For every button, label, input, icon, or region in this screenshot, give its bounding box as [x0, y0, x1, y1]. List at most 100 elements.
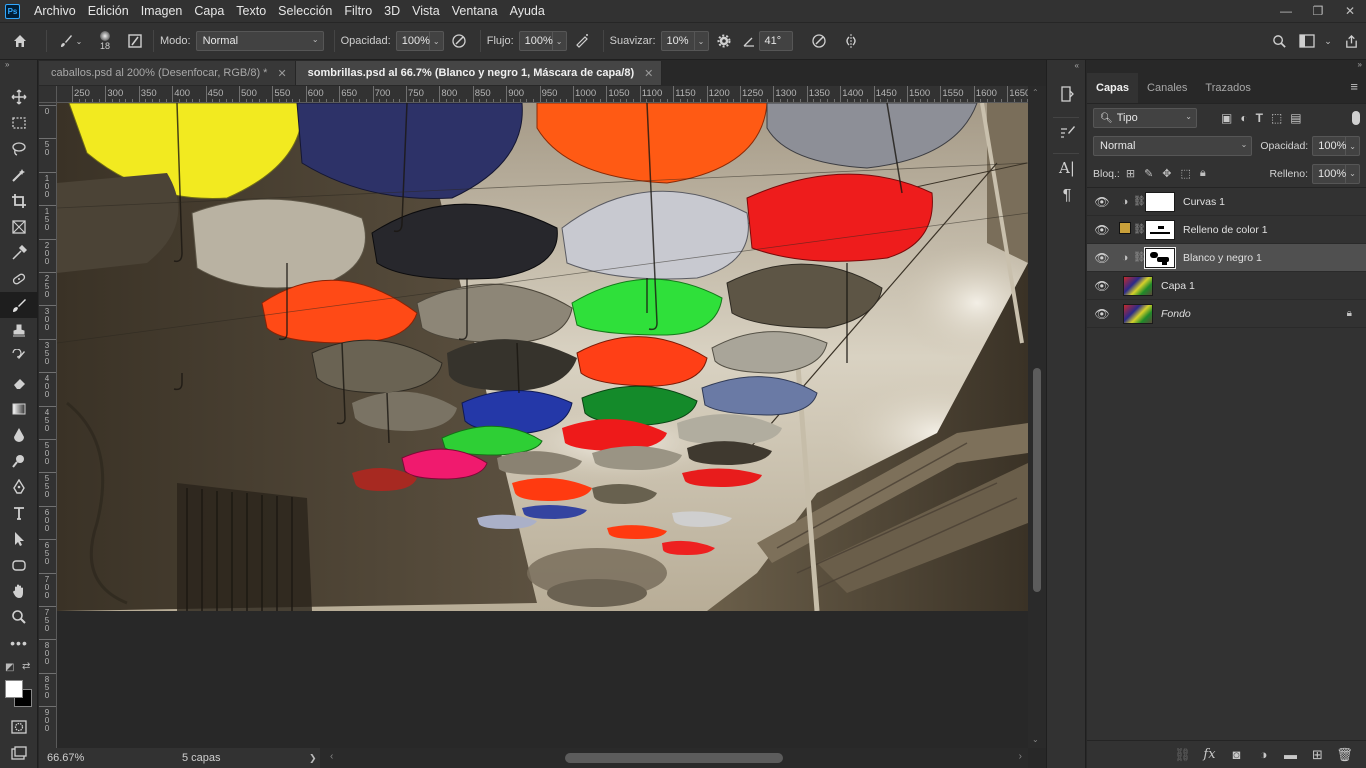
- brush-settings-panel-icon[interactable]: [1047, 118, 1087, 146]
- gradient-tool-icon[interactable]: [0, 396, 38, 422]
- brush-size-picker[interactable]: 18: [87, 31, 123, 51]
- lock-image-icon[interactable]: ✎: [1144, 167, 1153, 180]
- blur-tool-icon[interactable]: [0, 422, 38, 448]
- layer-mask-thumbnail[interactable]: [1145, 191, 1175, 212]
- link-icon[interactable]: ⛓︎: [1133, 196, 1146, 207]
- scroll-down-icon[interactable]: ⌄: [1032, 735, 1039, 744]
- mode-select[interactable]: Normal ⌄: [195, 31, 324, 51]
- chevron-down-icon[interactable]: ⌄: [1320, 36, 1336, 47]
- type-tool-icon[interactable]: [0, 500, 38, 526]
- more-tools-icon[interactable]: •••: [0, 630, 38, 656]
- pressure-opacity-icon[interactable]: [444, 33, 474, 49]
- menu-ventana[interactable]: Ventana: [446, 0, 504, 22]
- crop-tool-icon[interactable]: [0, 188, 38, 214]
- menu-filtro[interactable]: Filtro: [338, 0, 378, 22]
- panel-menu-icon[interactable]: ≡: [1350, 79, 1366, 103]
- visibility-eye-icon[interactable]: 👁︎: [1087, 307, 1117, 321]
- layer-blanco-y-negro-1[interactable]: 👁︎ ◑ ⛓︎ Blanco y negro 1: [1087, 244, 1366, 272]
- layer-mask-thumbnail[interactable]: [1144, 246, 1176, 269]
- zoom-level[interactable]: 66.67%: [39, 752, 139, 764]
- clone-stamp-tool-icon[interactable]: [0, 318, 38, 344]
- layer-opacity-dropdown[interactable]: ⌄: [1346, 136, 1360, 156]
- scroll-left-icon[interactable]: ‹: [330, 751, 333, 762]
- gear-icon[interactable]: [709, 33, 739, 49]
- flow-input[interactable]: 100%: [518, 31, 553, 51]
- screen-mode-icon[interactable]: [0, 740, 38, 766]
- move-tool-icon[interactable]: [0, 84, 38, 110]
- fill-color-swatch[interactable]: [1117, 222, 1133, 237]
- eyedropper-tool-icon[interactable]: [0, 240, 38, 266]
- tab-canales[interactable]: Canales: [1138, 73, 1196, 103]
- layer-opacity-input[interactable]: 100%: [1312, 136, 1346, 156]
- layer-capa-1[interactable]: 👁︎ Capa 1: [1087, 272, 1366, 300]
- blend-mode-select[interactable]: Normal ⌄: [1093, 136, 1253, 156]
- filter-kind-select[interactable]: 🔍︎ Tipo ⌄: [1093, 108, 1197, 128]
- filter-type-icon[interactable]: T: [1256, 111, 1263, 125]
- opacity-input[interactable]: 100%: [395, 31, 430, 51]
- vertical-scroll-thumb[interactable]: [1033, 368, 1041, 592]
- close-tab-icon[interactable]: ✕: [277, 67, 286, 80]
- scroll-up-icon[interactable]: ⌃: [1032, 88, 1039, 97]
- pen-tool-icon[interactable]: [0, 474, 38, 500]
- filter-pixel-icon[interactable]: ▣: [1221, 111, 1232, 125]
- magic-wand-tool-icon[interactable]: [0, 162, 38, 188]
- filter-shape-icon[interactable]: ⬚: [1271, 111, 1282, 125]
- lock-transparent-icon[interactable]: ⊞: [1126, 167, 1135, 180]
- ruler-origin[interactable]: [39, 86, 57, 103]
- history-brush-tool-icon[interactable]: [0, 344, 38, 370]
- smooth-input[interactable]: 10%: [660, 31, 695, 51]
- healing-brush-tool-icon[interactable]: [0, 266, 38, 292]
- layer-style-fx-icon[interactable]: fx: [1196, 747, 1223, 762]
- symmetry-icon[interactable]: [839, 33, 863, 49]
- collapse-toolbar-icon[interactable]: »: [0, 60, 37, 70]
- flow-dropdown[interactable]: ⌄: [552, 31, 567, 51]
- visibility-eye-icon[interactable]: 👁︎: [1087, 223, 1117, 237]
- layer-relleno-de-color-1[interactable]: 👁︎ ⛓︎ Relleno de color 1: [1087, 216, 1366, 244]
- status-menu-arrow[interactable]: ❯: [309, 753, 317, 764]
- tab-trazados[interactable]: Trazados: [1196, 73, 1259, 103]
- canvas-area[interactable]: [57, 103, 1028, 748]
- marquee-tool-icon[interactable]: [0, 110, 38, 136]
- foreground-color-swatch[interactable]: [5, 680, 23, 698]
- fill-input[interactable]: 100%: [1312, 163, 1346, 184]
- opacity-dropdown[interactable]: ⌄: [429, 31, 444, 51]
- collapse-panels-icon[interactable]: «: [1047, 60, 1085, 72]
- layer-thumbnail[interactable]: [1123, 303, 1153, 324]
- shape-tool-icon[interactable]: [0, 552, 38, 578]
- layer-mask-thumbnail[interactable]: [1145, 219, 1175, 240]
- filter-adjustment-icon[interactable]: ◐: [1240, 111, 1247, 125]
- eraser-tool-icon[interactable]: [0, 370, 38, 396]
- close-button[interactable]: ✕: [1334, 0, 1366, 22]
- angle-input[interactable]: 41°: [758, 31, 793, 51]
- add-mask-icon[interactable]: ◙: [1223, 747, 1250, 762]
- search-icon[interactable]: [1264, 34, 1294, 49]
- menu-capa[interactable]: Capa: [188, 0, 230, 22]
- menu-edicion[interactable]: Edición: [82, 0, 135, 22]
- lock-artboard-icon[interactable]: ⬚: [1181, 167, 1191, 180]
- hand-tool-icon[interactable]: [0, 578, 38, 604]
- fill-dropdown[interactable]: ⌄: [1346, 163, 1360, 184]
- visibility-eye-icon[interactable]: 👁︎: [1087, 279, 1117, 293]
- pressure-size-icon[interactable]: [799, 33, 839, 49]
- link-icon[interactable]: ⛓︎: [1133, 224, 1146, 235]
- menu-seleccion[interactable]: Selección: [272, 0, 338, 22]
- character-panel-icon[interactable]: A|: [1047, 154, 1087, 182]
- lock-position-icon[interactable]: ✥: [1162, 167, 1171, 180]
- dodge-tool-icon[interactable]: [0, 448, 38, 474]
- filter-smart-object-icon[interactable]: ▤: [1290, 111, 1301, 125]
- swap-colors-icon[interactable]: ⇄: [22, 661, 30, 672]
- airbrush-icon[interactable]: [567, 33, 597, 49]
- menu-imagen[interactable]: Imagen: [135, 0, 189, 22]
- menu-vista[interactable]: Vista: [406, 0, 446, 22]
- zoom-tool-icon[interactable]: [0, 604, 38, 630]
- color-swatches[interactable]: [5, 680, 33, 708]
- layer-thumbnail[interactable]: [1123, 275, 1153, 296]
- scroll-right-icon[interactable]: ›: [1019, 751, 1022, 762]
- document-image[interactable]: [57, 103, 1028, 611]
- share-icon[interactable]: [1336, 34, 1366, 49]
- menu-archivo[interactable]: Archivo: [28, 0, 82, 22]
- new-group-icon[interactable]: ▬: [1277, 747, 1304, 762]
- workspace-icon[interactable]: [1294, 34, 1320, 48]
- lasso-tool-icon[interactable]: [0, 136, 38, 162]
- minimize-button[interactable]: —: [1270, 0, 1302, 22]
